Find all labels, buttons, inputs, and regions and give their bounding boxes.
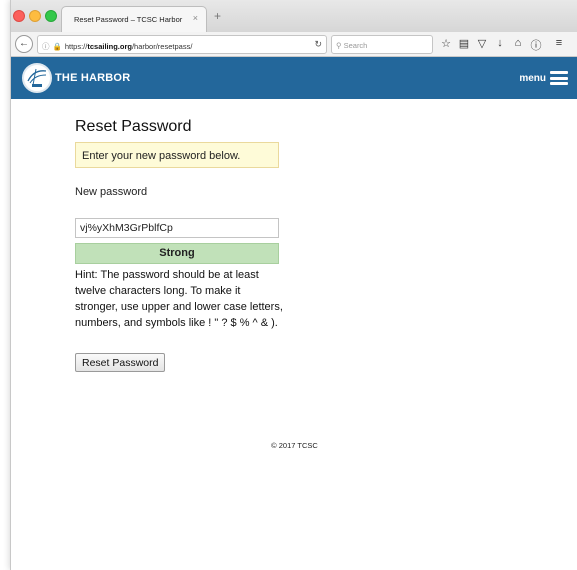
url-domain: tcsailing.org xyxy=(87,42,132,51)
back-arrow-icon[interactable]: ← xyxy=(15,35,33,53)
tab-close-icon[interactable]: × xyxy=(193,13,198,23)
home-icon[interactable]: ⌂ xyxy=(511,37,525,49)
zoom-window-button[interactable] xyxy=(45,10,57,22)
star-icon[interactable]: ☆ xyxy=(439,37,453,50)
url-prefix: https:// xyxy=(64,42,88,51)
pocket-icon[interactable]: ▽ xyxy=(475,37,489,50)
menu-label: menu xyxy=(519,72,546,84)
search-placeholder: Search xyxy=(343,41,368,50)
url-bar[interactable]: ⓘ 🔒 https://tcsailing.org/harbor/resetpass… xyxy=(37,35,327,54)
reset-password-form: Reset Password Enter your new password b… xyxy=(75,118,375,372)
settings-icon[interactable]: ⓘ xyxy=(529,37,543,53)
hamburger-menu-icon[interactable]: ≡ xyxy=(552,37,566,49)
footer-copyright: © 2017 TCSC xyxy=(271,441,318,450)
close-window-button[interactable] xyxy=(13,10,25,22)
tab-title: Reset Password – TCSC Harbor xyxy=(74,15,183,24)
instruction-notice: Enter your new password below. xyxy=(75,142,279,168)
reload-icon[interactable]: ↻ xyxy=(314,39,322,50)
reading-list-icon[interactable]: ▤ xyxy=(457,37,471,50)
new-password-input[interactable] xyxy=(75,218,279,238)
new-password-label: New password xyxy=(75,186,148,198)
browser-tab[interactable]: Reset Password – TCSC Harbor × xyxy=(61,6,207,32)
minimize-window-button[interactable] xyxy=(29,10,41,22)
site-title[interactable]: THE HARBOR xyxy=(55,72,130,84)
download-icon[interactable]: ↓ xyxy=(493,37,507,49)
navigation-bar: ← ⓘ 🔒 https://tcsailing.org/harbor/resetpa… xyxy=(11,32,577,57)
password-strength-indicator: Strong xyxy=(75,243,279,264)
reset-password-button[interactable]: Reset Password xyxy=(75,353,166,372)
search-icon: ⚲ xyxy=(336,41,342,50)
info-icon[interactable]: ⓘ xyxy=(42,42,50,51)
title-bar: Reset Password – TCSC Harbor × + xyxy=(11,0,577,32)
site-header: THE HARBOR menu xyxy=(11,57,577,99)
password-hint: Hint: The password should be at least tw… xyxy=(75,269,283,329)
page-title: Reset Password xyxy=(75,118,192,135)
browser-window: Reset Password – TCSC Harbor × + ← ⓘ 🔒 htt… xyxy=(10,0,577,570)
menu-button[interactable]: menu xyxy=(519,69,568,87)
new-tab-icon[interactable]: + xyxy=(214,9,221,23)
harbor-logo-icon[interactable] xyxy=(22,63,52,93)
url-path: /harbor/resetpass/ xyxy=(131,42,193,51)
search-bar[interactable]: ⚲ Search xyxy=(331,35,433,54)
lock-icon: 🔒 xyxy=(52,42,62,51)
menu-hamburger-icon xyxy=(550,71,568,85)
